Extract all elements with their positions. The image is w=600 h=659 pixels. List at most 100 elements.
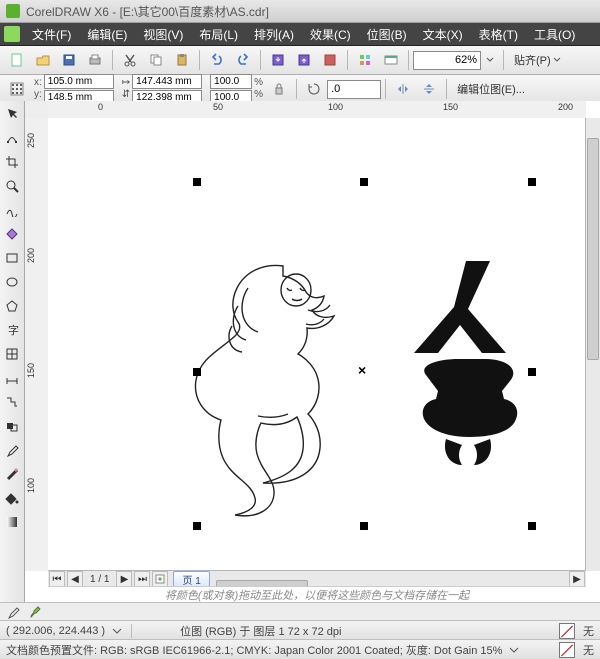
- undo-button[interactable]: [205, 48, 229, 72]
- mirror-v-button[interactable]: [417, 77, 441, 101]
- selection-handle-s[interactable]: [360, 522, 368, 530]
- ruler-origin[interactable]: [25, 101, 49, 119]
- table-tool[interactable]: [1, 343, 23, 365]
- mirror-h-button[interactable]: [391, 77, 415, 101]
- import-button[interactable]: [266, 48, 290, 72]
- redo-button[interactable]: [231, 48, 255, 72]
- cut-button[interactable]: [118, 48, 142, 72]
- edit-bitmap-button[interactable]: 编辑位图(E)...: [452, 77, 530, 101]
- rotation-input[interactable]: [327, 80, 381, 99]
- snap-dropdown-button[interactable]: 贴齐(P): [509, 48, 566, 72]
- lock-ratio-button[interactable]: [267, 77, 291, 101]
- chevron-down-icon[interactable]: [111, 625, 123, 637]
- next-page-button[interactable]: ▶: [116, 571, 132, 587]
- fill-none-label: 无: [583, 623, 594, 639]
- ruler-horizontal[interactable]: 0 50 100 150 200: [48, 101, 586, 119]
- object-origin-button[interactable]: [5, 77, 29, 101]
- open-button[interactable]: [31, 48, 55, 72]
- scale-x-input[interactable]: [210, 74, 252, 89]
- eyedropper-tool[interactable]: [1, 439, 23, 461]
- outline-swatch-none[interactable]: [559, 642, 575, 658]
- connector-tool[interactable]: [1, 391, 23, 413]
- vscroll-thumb[interactable]: [587, 138, 599, 360]
- page-tab-label: 页 1: [182, 572, 200, 587]
- ellipse-tool[interactable]: [1, 271, 23, 293]
- smart-fill-tool[interactable]: [1, 223, 23, 245]
- menu-effects[interactable]: 效果(C): [302, 23, 359, 45]
- hscroll-right-button[interactable]: ▶: [569, 571, 585, 587]
- drawing-area[interactable]: ×: [48, 118, 586, 571]
- mermaid-bitmap[interactable]: [188, 248, 378, 518]
- menu-tools[interactable]: 工具(O): [526, 23, 583, 45]
- paste-button[interactable]: [170, 48, 194, 72]
- selection-handle-ne[interactable]: [528, 178, 536, 186]
- selection-handle-se[interactable]: [528, 522, 536, 530]
- print-button[interactable]: [83, 48, 107, 72]
- outline-tool[interactable]: [1, 463, 23, 485]
- object-info: 位图 (RGB) 于 图层 1 72 x 72 dpi: [180, 623, 341, 639]
- zoom-input[interactable]: [413, 51, 481, 70]
- zoom-tool[interactable]: [1, 175, 23, 197]
- width-input[interactable]: [132, 74, 202, 89]
- document-palette[interactable]: [0, 602, 600, 621]
- text-art[interactable]: [408, 253, 528, 473]
- menu-bitmaps[interactable]: 位图(B): [359, 23, 415, 45]
- selection-center[interactable]: ×: [358, 362, 366, 378]
- menu-file[interactable]: 文件(F): [24, 23, 79, 45]
- vertical-scrollbar[interactable]: [585, 118, 600, 571]
- dimension-tool[interactable]: [1, 367, 23, 389]
- separator: [260, 50, 261, 70]
- window-title: CorelDRAW X6 - [E:\其它00\百度素材\AS.cdr]: [26, 3, 269, 20]
- selection-handle-nw[interactable]: [193, 178, 201, 186]
- copy-button[interactable]: [144, 48, 168, 72]
- ruler-vertical[interactable]: 250 200 150 100 50: [25, 118, 49, 571]
- fill-tool[interactable]: [1, 487, 23, 509]
- interactive-tool[interactable]: [1, 415, 23, 437]
- menu-view[interactable]: 视图(V): [135, 23, 191, 45]
- rectangle-tool[interactable]: [1, 247, 23, 269]
- selection-handle-w[interactable]: [193, 368, 201, 376]
- selection-handle-n[interactable]: [360, 178, 368, 186]
- freehand-tool[interactable]: [1, 199, 23, 221]
- brush-icon[interactable]: [28, 605, 42, 619]
- save-button[interactable]: [57, 48, 81, 72]
- ruler-h-tick: 50: [213, 102, 223, 112]
- separator: [112, 50, 113, 70]
- welcome-button[interactable]: [379, 48, 403, 72]
- selection-handle-e[interactable]: [528, 368, 536, 376]
- hint-text: 将颜色(或对象)拖动至此处，以便将这些颜色与文档存储在一起: [165, 587, 469, 603]
- menu-layout[interactable]: 布局(L): [191, 23, 246, 45]
- menu-text[interactable]: 文本(X): [415, 23, 471, 45]
- cursor-coords: ( 292.006, 224.443 ): [6, 625, 105, 637]
- last-page-button[interactable]: ⏭: [134, 571, 150, 587]
- polygon-tool[interactable]: [1, 295, 23, 317]
- menu-edit[interactable]: 编辑(E): [79, 23, 135, 45]
- app-menu-icon[interactable]: [4, 26, 20, 42]
- first-page-button[interactable]: ⏮: [49, 571, 65, 587]
- menu-bar: 文件(F) 编辑(E) 视图(V) 布局(L) 排列(A) 效果(C) 位图(B…: [0, 23, 600, 46]
- app-launcher-button[interactable]: [353, 48, 377, 72]
- menu-table[interactable]: 表格(T): [471, 23, 526, 45]
- fill-swatch-none[interactable]: [559, 623, 575, 639]
- title-bar: CorelDRAW X6 - [E:\其它00\百度素材\AS.cdr]: [0, 0, 600, 23]
- add-page-button[interactable]: [152, 571, 168, 587]
- new-button[interactable]: [5, 48, 29, 72]
- pick-tool[interactable]: [1, 103, 23, 125]
- text-tool[interactable]: 字: [1, 319, 23, 341]
- menu-arrange[interactable]: 排列(A): [246, 23, 302, 45]
- publish-button[interactable]: [318, 48, 342, 72]
- menu-effects-label: 效果(C): [310, 26, 351, 43]
- status-bar-color: 文档颜色预置文件: RGB: sRGB IEC61966-2.1; CMYK: …: [0, 639, 600, 659]
- prev-page-button[interactable]: ◀: [67, 571, 83, 587]
- page-tab-1[interactable]: 页 1: [173, 571, 209, 587]
- export-button[interactable]: [292, 48, 316, 72]
- menu-arrange-label: 排列(A): [254, 26, 294, 43]
- chevron-down-icon[interactable]: [508, 644, 520, 656]
- zoom-dropdown-button[interactable]: [482, 48, 498, 72]
- pos-x-input[interactable]: [44, 74, 114, 89]
- shape-tool[interactable]: [1, 127, 23, 149]
- eyedropper-icon[interactable]: [6, 605, 20, 619]
- interactive-fill-tool[interactable]: [1, 511, 23, 533]
- crop-tool[interactable]: [1, 151, 23, 173]
- selection-handle-sw[interactable]: [193, 522, 201, 530]
